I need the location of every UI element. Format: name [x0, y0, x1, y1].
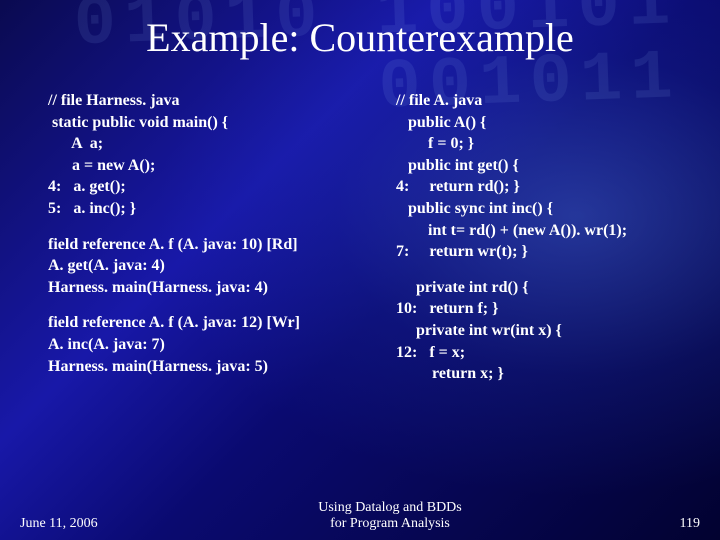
left-column: // file Harness. java static public void… [48, 90, 388, 490]
a-line-8: private int rd() { [396, 277, 692, 299]
a-line-10: private int wr(int x) { [396, 320, 692, 342]
harness-line-1: static public void main() { [48, 112, 388, 134]
footer-date: June 11, 2006 [20, 516, 140, 532]
harness-line-2: A a; [48, 133, 388, 155]
a-line-2: f = 0; } [396, 133, 692, 155]
slide-footer: June 11, 2006 Using Datalog and BDDs for… [20, 500, 700, 532]
a-line-12: return x; } [396, 363, 692, 385]
harness-file-header: // file Harness. java [48, 90, 388, 112]
right-column: // file A. java public A() { f = 0; } pu… [396, 90, 692, 490]
a-line-4: 4: return rd(); } [396, 176, 692, 198]
slide-body: // file Harness. java static public void… [48, 90, 692, 490]
slide: 01010 100101 001011 Example: Counterexam… [0, 0, 720, 540]
field-ref-wr-1: field reference A. f (A. java: 12) [Wr] [48, 312, 388, 334]
a-file-header: // file A. java [396, 90, 692, 112]
a-line-5: public sync int inc() { [396, 198, 692, 220]
harness-line-4: 4: a. get(); [48, 176, 388, 198]
a-line-11: 12: f = x; [396, 342, 692, 364]
a-line-1: public A() { [396, 112, 692, 134]
slide-title: Example: Counterexample [0, 14, 720, 61]
footer-center-line-1: Using Datalog and BDDs [140, 500, 640, 516]
harness-line-3: a = new A(); [48, 155, 388, 177]
a-line-6: int t= rd() + (new A()). wr(1); [396, 220, 692, 242]
footer-page-number: 119 [640, 516, 700, 532]
a-line-3: public int get() { [396, 155, 692, 177]
footer-center-line-2: for Program Analysis [140, 516, 640, 532]
field-ref-rd-2: A. get(A. java: 4) [48, 255, 388, 277]
field-ref-wr-3: Harness. main(Harness. java: 5) [48, 356, 388, 378]
footer-center: Using Datalog and BDDs for Program Analy… [140, 500, 640, 532]
a-line-7: 7: return wr(t); } [396, 241, 692, 263]
field-ref-wr-2: A. inc(A. java: 7) [48, 334, 388, 356]
field-ref-rd-1: field reference A. f (A. java: 10) [Rd] [48, 234, 388, 256]
field-ref-rd-3: Harness. main(Harness. java: 4) [48, 277, 388, 299]
a-line-9: 10: return f; } [396, 298, 692, 320]
harness-line-5: 5: a. inc(); } [48, 198, 388, 220]
